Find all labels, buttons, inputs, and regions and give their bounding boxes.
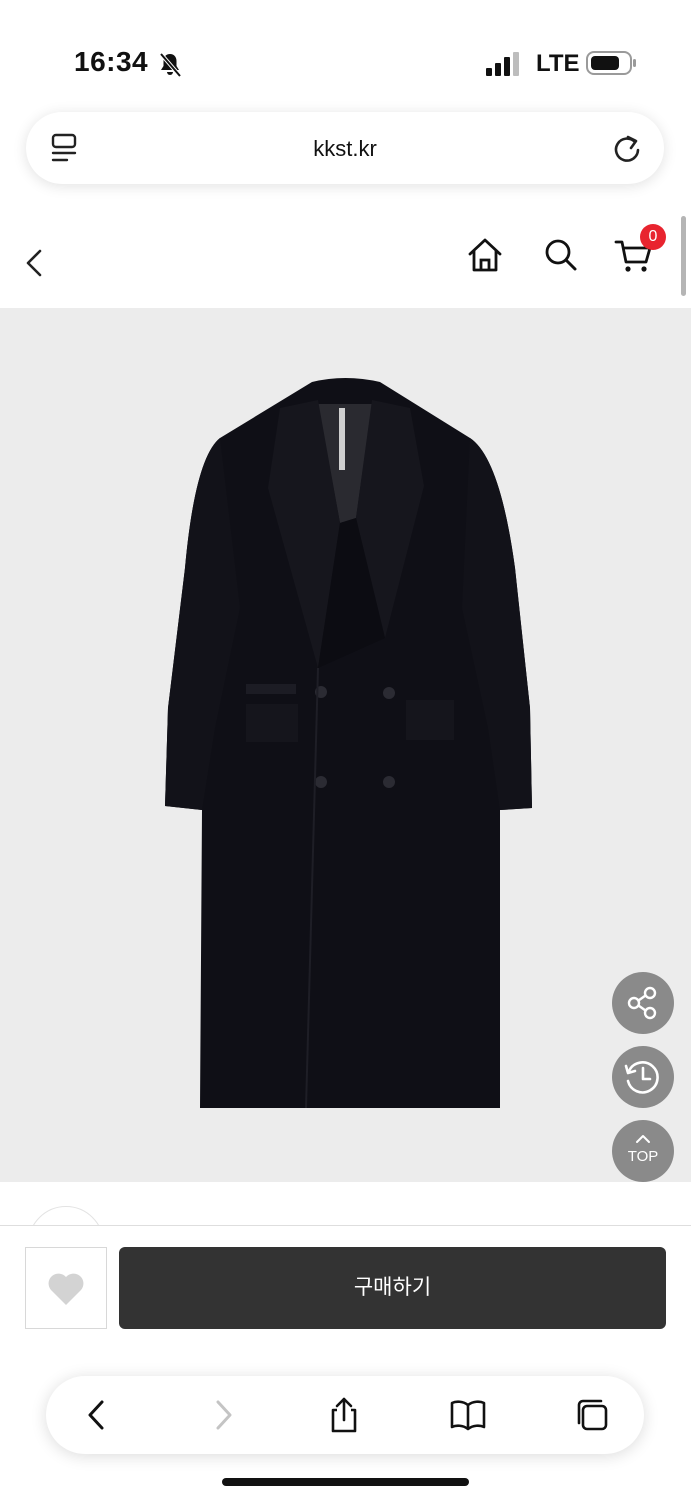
share-icon xyxy=(627,986,657,1020)
scroll-top-button[interactable]: TOP xyxy=(612,1120,674,1182)
buy-button[interactable]: 구매하기 xyxy=(119,1247,666,1329)
share-icon[interactable] xyxy=(324,1396,364,1434)
signal-icon xyxy=(486,52,519,76)
bell-slash-icon xyxy=(159,52,182,78)
forward-arrow-icon[interactable] xyxy=(204,1396,244,1434)
home-icon[interactable] xyxy=(466,236,504,274)
status-time: 16:34 xyxy=(74,46,149,77)
recent-view-button[interactable] xyxy=(612,1046,674,1108)
reload-icon[interactable] xyxy=(612,132,642,164)
scroll-top-label: TOP xyxy=(627,1148,659,1165)
share-button[interactable] xyxy=(612,972,674,1034)
browser-toolbar xyxy=(46,1376,644,1454)
cart-count-badge: 0 xyxy=(640,224,666,250)
scroll-indicator xyxy=(681,216,686,296)
book-icon[interactable] xyxy=(448,1396,488,1434)
back-icon[interactable] xyxy=(22,248,50,278)
battery-icon xyxy=(586,51,636,75)
recent-history-icon xyxy=(624,1061,659,1094)
search-icon[interactable] xyxy=(542,236,580,274)
network-label: LTE xyxy=(536,50,580,77)
tabs-icon[interactable] xyxy=(572,1396,612,1434)
wishlist-button[interactable] xyxy=(25,1247,107,1329)
status-bar: 16:34 LTE xyxy=(0,0,691,100)
home-indicator xyxy=(222,1478,469,1486)
product-image[interactable] xyxy=(0,308,691,1182)
back-arrow-icon[interactable] xyxy=(76,1396,116,1434)
address-bar[interactable]: kkst.kr xyxy=(26,112,664,184)
heart-icon xyxy=(48,1273,84,1305)
coat-illustration xyxy=(165,378,532,1109)
url-text[interactable]: kkst.kr xyxy=(26,136,664,162)
purchase-bar: 구매하기 xyxy=(0,1225,691,1350)
site-header: 0 xyxy=(0,218,691,308)
